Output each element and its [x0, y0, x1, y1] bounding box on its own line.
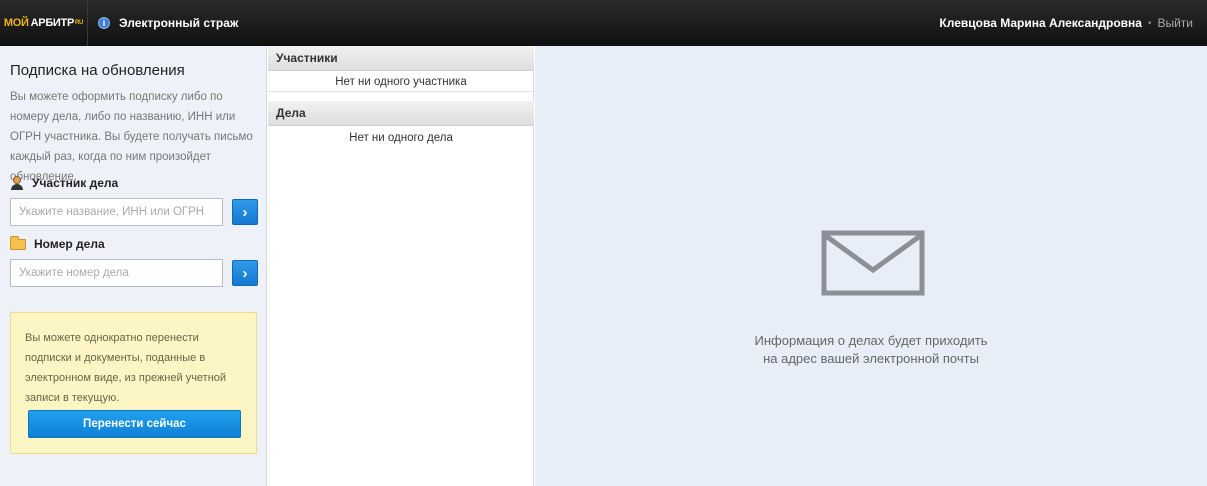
top-bar: МОЙ АРБИТР RU i Электронный страж Клевцо…: [0, 0, 1207, 46]
subscription-panel: Подписка на обновления Вы можете оформит…: [0, 46, 267, 486]
logout-link[interactable]: Выйти: [1157, 16, 1193, 30]
participant-label: Участник дела: [32, 176, 119, 190]
case-label: Номер дела: [34, 237, 105, 251]
info-panel: Информация о делах будет приходить на ад…: [535, 46, 1207, 486]
guard-label: Электронный страж: [119, 16, 239, 30]
shield-info-icon: i: [98, 17, 110, 29]
logo[interactable]: МОЙ АРБИТР RU: [0, 0, 88, 46]
separator: •: [1147, 17, 1152, 29]
notice-text: Вы можете однократно перенести подписки …: [25, 332, 227, 404]
user-area: Клевцова Марина Александровна • Выйти: [939, 0, 1193, 46]
user-name[interactable]: Клевцова Марина Александровна: [939, 16, 1142, 30]
logo-suffix: RU: [75, 20, 84, 26]
info-line-2: на адрес вашей электронной почты: [763, 351, 979, 366]
cases-empty: Нет ни одного дела: [349, 132, 453, 144]
participant-label-row: Участник дела: [10, 176, 118, 190]
chevron-right-icon: ›: [242, 264, 248, 282]
participant-input[interactable]: [10, 198, 223, 226]
cases-header: Дела: [268, 101, 534, 126]
subscriptions-list: Участники Нет ни одного участника Дела Н…: [268, 46, 534, 486]
case-label-row: Номер дела: [10, 235, 105, 251]
logo-part-2: АРБИТР: [30, 17, 75, 29]
info-text: Информация о делах будет приходить на ад…: [535, 332, 1207, 368]
case-number-input[interactable]: [10, 259, 223, 287]
info-line-1: Информация о делах будет приходить: [754, 333, 988, 348]
migrate-now-button[interactable]: Перенести сейчас: [28, 410, 241, 438]
person-icon: [10, 176, 24, 190]
guard-link[interactable]: i Электронный страж: [98, 0, 238, 46]
participant-submit-button[interactable]: ›: [232, 199, 258, 225]
panel-description: Вы можете оформить подписку либо по номе…: [10, 91, 253, 183]
envelope-icon: [821, 230, 925, 296]
case-submit-button[interactable]: ›: [232, 260, 258, 286]
folder-icon: [10, 235, 26, 250]
logo-part-1: МОЙ: [3, 17, 29, 29]
chevron-right-icon: ›: [242, 203, 248, 221]
participants-header: Участники: [268, 46, 534, 71]
migration-notice: Вы можете однократно перенести подписки …: [10, 312, 257, 454]
panel-title: Подписка на обновления: [10, 62, 185, 79]
participants-empty: Нет ни одного участника: [268, 72, 534, 92]
